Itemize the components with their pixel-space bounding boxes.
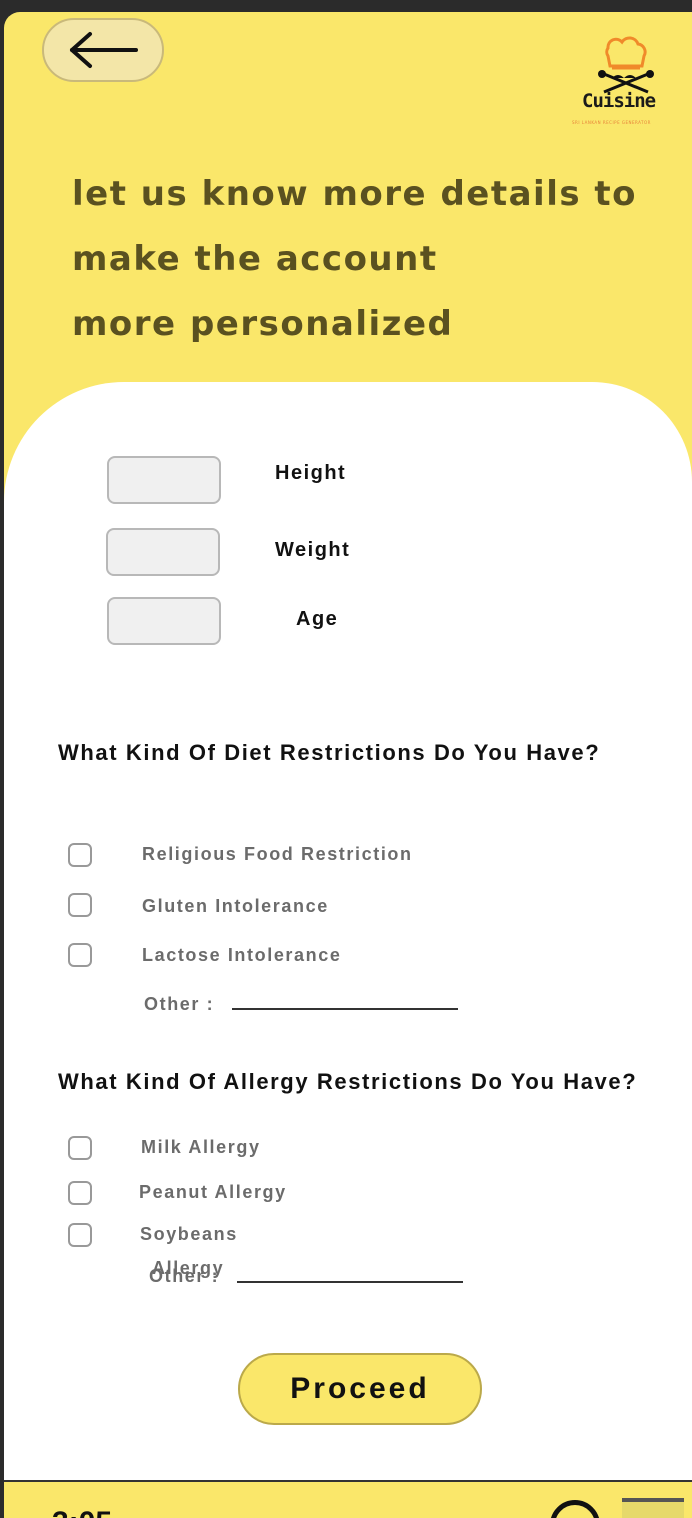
- peanut-allergy-checkbox[interactable]: [68, 1181, 92, 1205]
- page-headline: let us know more details to make the acc…: [72, 162, 672, 357]
- proceed-button[interactable]: Proceed: [238, 1353, 482, 1425]
- lactose-intolerance-checkbox[interactable]: [68, 943, 92, 967]
- bottom-bar: 3:05: [4, 1482, 692, 1518]
- weight-label: Weight: [275, 539, 351, 561]
- milk-allergy-checkbox[interactable]: [68, 1136, 92, 1160]
- diet-option-gluten: Gluten Intolerance: [142, 896, 329, 916]
- diet-other-label: Other :: [144, 994, 215, 1014]
- allergy-option-milk: Milk Allergy: [141, 1137, 261, 1157]
- bottom-time: 3:05: [52, 1506, 112, 1518]
- diet-option-religious: Religious Food Restriction: [142, 844, 413, 864]
- headline-line-1: let us know more details to: [72, 174, 638, 214]
- headline-line-2: make the account: [72, 239, 438, 279]
- soybeans-allergy-checkbox[interactable]: [68, 1223, 92, 1247]
- age-input[interactable]: [107, 597, 221, 645]
- gluten-intolerance-checkbox[interactable]: [68, 893, 92, 917]
- chef-hat-logo-icon: [598, 36, 654, 94]
- allergy-question: What Kind Of Allergy Restrictions Do You…: [58, 1069, 638, 1094]
- headline-line-3: more personalized: [72, 304, 454, 344]
- home-circle-icon[interactable]: [550, 1500, 600, 1518]
- age-label: Age: [296, 608, 339, 630]
- back-arrow-icon: [70, 32, 138, 68]
- diet-question: What Kind Of Diet Restrictions Do You Ha…: [58, 740, 601, 765]
- back-button[interactable]: [42, 18, 164, 82]
- religious-restriction-checkbox[interactable]: [68, 843, 92, 867]
- diet-other-input-line[interactable]: [232, 1008, 458, 1010]
- app-screen: Cuisine SRI LANKAN RECIPE GENERATOR let …: [4, 12, 692, 1518]
- height-label: Height: [275, 462, 347, 484]
- allergy-option-peanut: Peanut Allergy: [139, 1182, 287, 1202]
- screen-frame: Cuisine SRI LANKAN RECIPE GENERATOR let …: [0, 0, 692, 1518]
- allergy-other-input-line[interactable]: [237, 1281, 463, 1283]
- recent-apps-icon[interactable]: [622, 1498, 684, 1518]
- logo-text: Cuisine: [582, 90, 656, 112]
- logo-tagline: SRI LANKAN RECIPE GENERATOR: [572, 120, 651, 125]
- app-logo: Cuisine SRI LANKAN RECIPE GENERATOR: [564, 34, 686, 134]
- allergy-option-soybeans: Soybeans: [140, 1224, 238, 1244]
- height-input[interactable]: [107, 456, 221, 504]
- diet-option-lactose: Lactose Intolerance: [142, 945, 342, 965]
- allergy-other-label: Other :: [149, 1266, 220, 1286]
- form-card: Height Weight Age What Kind Of Diet Rest…: [4, 382, 692, 1482]
- weight-input[interactable]: [106, 528, 220, 576]
